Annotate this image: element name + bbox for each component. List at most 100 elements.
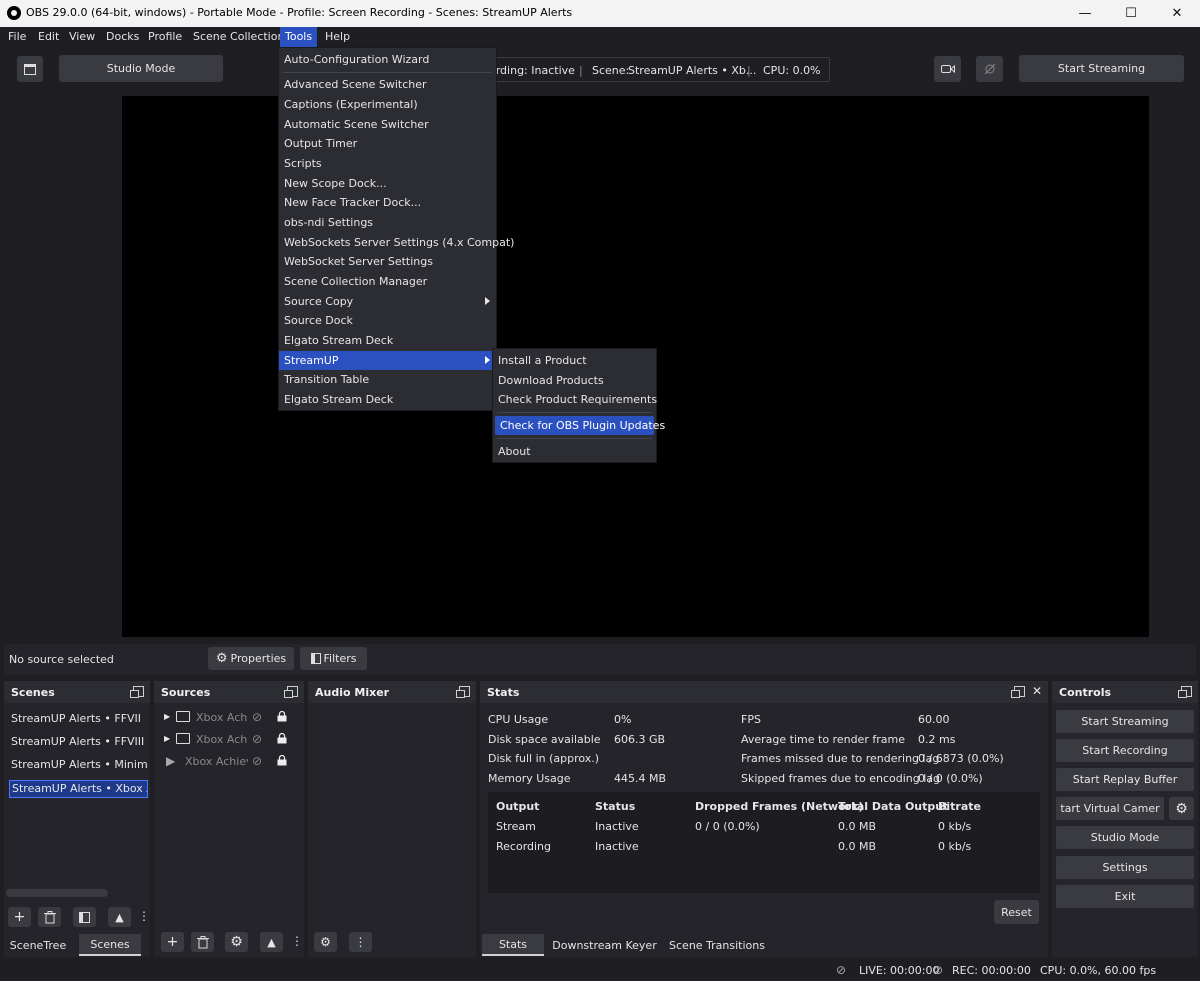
source-item[interactable]: Xbox Achie (196, 711, 248, 724)
more-options-icon[interactable]: ⋮ (291, 934, 303, 948)
start-streaming-toolbar-button[interactable]: Start Streaming (1019, 55, 1184, 82)
tab-downstream-keyer[interactable]: Downstream Keyer (549, 934, 660, 956)
menu-item-new-face-tracker-dock[interactable]: New Face Tracker Dock... (279, 193, 496, 212)
camera-icon (940, 64, 955, 74)
expand-arrow-icon[interactable]: ▶ (164, 734, 170, 743)
menu-item-download-products[interactable]: Download Products (493, 371, 656, 390)
filters-button[interactable]: Filters (300, 647, 367, 670)
recording-status: ording: Inactive (489, 64, 575, 77)
remove-source-button[interactable] (191, 932, 214, 952)
move-scene-up-button[interactable]: ▲ (108, 907, 131, 927)
menu-item-obs-ndi-settings[interactable]: obs-ndi Settings (279, 213, 496, 232)
scene-item[interactable]: StreamUP Alerts • FFVII (11, 712, 147, 725)
reset-stats-button[interactable]: Reset (994, 900, 1039, 924)
scene-item[interactable]: StreamUP Alerts • Minim (11, 758, 147, 771)
tab-scenetree[interactable]: SceneTree (4, 934, 72, 956)
close-icon[interactable]: ✕ (1032, 684, 1042, 698)
menu-item-check-plugin-updates[interactable]: Check for OBS Plugin Updates (495, 416, 665, 435)
dock-toggle-button[interactable] (17, 56, 43, 82)
source-item[interactable]: Xbox Achieve (185, 755, 248, 768)
virtual-camera-settings-button[interactable]: ⚙ (1169, 797, 1194, 820)
table-cell: Stream (496, 820, 536, 833)
source-properties-button[interactable]: ⚙ (225, 932, 248, 952)
plus-icon: + (166, 934, 179, 950)
expand-arrow-icon[interactable]: ▶ (164, 712, 170, 721)
properties-button[interactable]: ⚙ Properties (208, 647, 294, 670)
menu-item-advanced-scene-switcher[interactable]: Advanced Scene Switcher (279, 75, 496, 94)
menu-item-scene-collection-manager[interactable]: Scene Collection Manager (279, 272, 496, 291)
menu-item-source-dock[interactable]: Source Dock (279, 311, 496, 330)
menu-tools[interactable]: Tools (280, 27, 318, 47)
start-recording-button[interactable]: Start Recording (1056, 739, 1194, 762)
visibility-hidden-icon[interactable]: ⊘ (252, 754, 262, 768)
no-source-label: No source selected (9, 653, 114, 666)
source-item[interactable]: Xbox Achie (196, 733, 248, 746)
status-separator: | (579, 64, 583, 77)
more-options-icon[interactable]: ⋮ (138, 909, 150, 923)
exit-button[interactable]: Exit (1056, 885, 1194, 908)
tab-stats[interactable]: Stats (482, 934, 544, 956)
menu-item-elgato-stream-deck[interactable]: Elgato Stream Deck (279, 331, 496, 350)
menu-docks[interactable]: Docks (101, 27, 144, 47)
start-replay-buffer-button[interactable]: Start Replay Buffer (1056, 768, 1194, 791)
close-button[interactable]: ✕ (1154, 0, 1200, 27)
start-streaming-button[interactable]: Start Streaming (1056, 710, 1194, 733)
stat-label: FPS (741, 713, 761, 726)
menu-item-check-product-requirements[interactable]: Check Product Requirements (493, 390, 657, 409)
lock-icon[interactable] (277, 732, 287, 744)
menu-item-elgato-stream-deck-2[interactable]: Elgato Stream Deck (279, 390, 496, 409)
tab-scenes[interactable]: Scenes (79, 934, 141, 956)
horizontal-scrollbar[interactable] (6, 889, 108, 897)
scene-item-selected[interactable]: StreamUP Alerts • Xbox Achi (9, 780, 148, 798)
menu-edit[interactable]: Edit (33, 27, 64, 47)
remove-scene-button[interactable] (38, 907, 61, 927)
float-icon[interactable] (1178, 686, 1192, 698)
menu-item-output-timer[interactable]: Output Timer (279, 134, 496, 153)
menu-item-automatic-scene-switcher[interactable]: Automatic Scene Switcher (279, 115, 496, 134)
menu-item-new-scope-dock[interactable]: New Scope Dock... (279, 174, 496, 193)
advanced-audio-button[interactable]: ⚙ (314, 932, 337, 952)
menu-help[interactable]: Help (320, 27, 355, 47)
menu-file[interactable]: File (3, 27, 31, 47)
menu-profile[interactable]: Profile (143, 27, 187, 47)
add-scene-button[interactable]: + (8, 907, 31, 927)
menu-item-about[interactable]: About (493, 442, 656, 461)
menu-item-captions[interactable]: Captions (Experimental) (279, 95, 496, 114)
column-header: Bitrate (938, 800, 981, 813)
menu-item-auto-config-wizard[interactable]: Auto-Configuration Wizard (279, 50, 496, 69)
minimize-button[interactable]: — (1062, 0, 1108, 27)
menu-item-install-product[interactable]: Install a Product (493, 351, 656, 370)
scene-filters-button[interactable] (73, 907, 96, 927)
table-cell: Inactive (595, 840, 639, 853)
visibility-hidden-icon[interactable]: ⊘ (252, 732, 262, 746)
virtual-camera-button[interactable] (934, 56, 961, 82)
settings-button[interactable]: Settings (1056, 856, 1194, 879)
menu-item-websockets-compat-settings[interactable]: WebSockets Server Settings (4.x Compat) (279, 233, 514, 252)
float-icon[interactable] (1011, 686, 1025, 698)
stat-label: Disk space available (488, 733, 601, 746)
broadcast-toggle-button[interactable] (976, 56, 1003, 82)
scene-item[interactable]: StreamUP Alerts • FFVIII (11, 735, 147, 748)
lock-icon[interactable] (277, 754, 287, 766)
studio-mode-toolbar-button[interactable]: Studio Mode (59, 55, 223, 82)
lock-icon[interactable] (277, 710, 287, 722)
menu-item-source-copy[interactable]: Source Copy (279, 292, 496, 311)
float-icon[interactable] (284, 686, 298, 698)
menu-item-transition-table[interactable]: Transition Table (279, 370, 496, 389)
visibility-hidden-icon[interactable]: ⊘ (252, 710, 262, 724)
controls-title: Controls (1059, 686, 1112, 699)
mixer-menu-button[interactable]: ⋮ (349, 932, 372, 952)
menu-view[interactable]: View (64, 27, 100, 47)
start-virtual-camera-button[interactable]: tart Virtual Camer (1056, 797, 1164, 820)
menu-item-scripts[interactable]: Scripts (279, 154, 496, 173)
maximize-button[interactable]: ☐ (1108, 0, 1154, 27)
menu-item-websocket-server-settings[interactable]: WebSocket Server Settings (279, 252, 496, 271)
add-source-button[interactable]: + (161, 932, 184, 952)
float-icon[interactable] (456, 686, 470, 698)
menu-item-streamup[interactable]: StreamUP (279, 351, 496, 370)
tab-scene-transitions[interactable]: Scene Transitions (664, 934, 770, 956)
studio-mode-button[interactable]: Studio Mode (1056, 826, 1194, 849)
move-source-up-button[interactable]: ▲ (260, 932, 283, 952)
menu-scene-collection[interactable]: Scene Collection (188, 27, 289, 47)
float-icon[interactable] (130, 686, 144, 698)
